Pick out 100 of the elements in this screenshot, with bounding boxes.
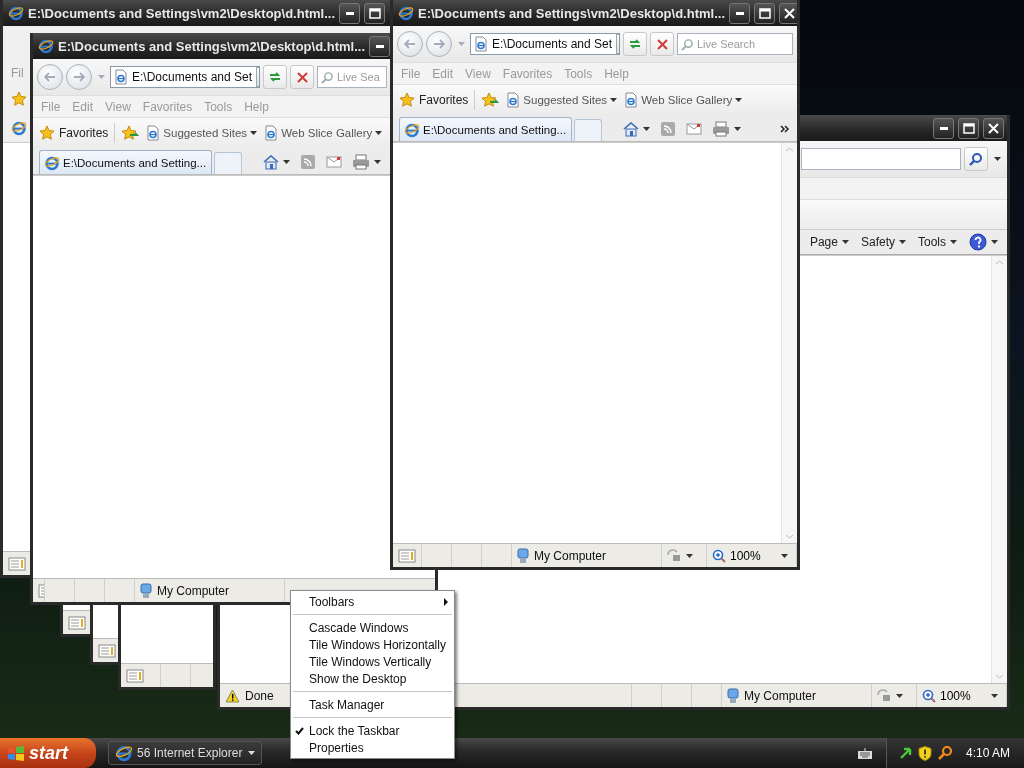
home-icon bbox=[263, 154, 280, 170]
favorites-link[interactable]: Suggested Sites bbox=[505, 91, 619, 108]
caret-icon bbox=[950, 240, 957, 244]
caret-icon bbox=[990, 693, 998, 698]
caret-icon bbox=[643, 127, 651, 131]
status-text: Done bbox=[245, 688, 274, 703]
close-icon bbox=[988, 122, 999, 134]
caret-icon bbox=[841, 240, 849, 244]
zoom-icon bbox=[922, 688, 936, 703]
scroll-down-icon bbox=[785, 534, 794, 539]
favorites-link[interactable]: Suggested Sites bbox=[145, 124, 259, 141]
minimize-button[interactable] bbox=[369, 35, 390, 57]
zone-text: My Computer bbox=[744, 688, 817, 703]
caret-icon bbox=[375, 130, 383, 135]
printer-icon bbox=[352, 154, 371, 170]
command-menu-button[interactable]: Safety bbox=[859, 235, 907, 249]
favorites-button[interactable]: Favorites bbox=[38, 124, 110, 141]
maximize-button[interactable] bbox=[958, 117, 979, 139]
clock[interactable]: 4:10 AM bbox=[965, 746, 1010, 760]
menu-item[interactable]: Cascade Windows bbox=[291, 619, 454, 636]
caret-icon bbox=[734, 127, 742, 131]
menu-item[interactable]: Tile Windows Horizontally bbox=[291, 636, 454, 653]
taskbar-group-button[interactable]: 56 Internet Explorer bbox=[108, 741, 262, 765]
help-button[interactable] bbox=[968, 233, 999, 251]
start-button[interactable]: start bbox=[0, 738, 96, 768]
scroll-up-icon bbox=[785, 147, 794, 152]
home-button[interactable] bbox=[262, 154, 292, 170]
tab[interactable]: E:\Documents and Setting... bbox=[399, 117, 573, 141]
lock-icon bbox=[877, 689, 891, 702]
favorites-link[interactable]: Web Slice Gallery bbox=[263, 124, 384, 141]
mail-button[interactable] bbox=[325, 156, 344, 168]
browser-logo-icon bbox=[11, 120, 27, 136]
scrollbar[interactable] bbox=[991, 256, 1007, 683]
stop-button[interactable] bbox=[650, 32, 674, 56]
address-field[interactable]: E:\Documents and Set bbox=[110, 66, 260, 88]
tab[interactable]: E:\Documents and Setting... bbox=[39, 150, 213, 174]
envelope-icon bbox=[686, 123, 703, 135]
computer-icon bbox=[140, 582, 152, 599]
star-icon bbox=[399, 91, 415, 108]
scrollbar[interactable] bbox=[781, 143, 797, 543]
zone-text: My Computer bbox=[534, 548, 607, 563]
zoom-button[interactable]: 100% bbox=[712, 548, 788, 563]
forward-arrow-icon bbox=[73, 72, 85, 82]
search-icon bbox=[681, 37, 694, 51]
home-button[interactable] bbox=[622, 121, 652, 137]
refresh-button[interactable] bbox=[623, 32, 647, 56]
menu-item[interactable]: Task Manager bbox=[291, 696, 454, 713]
print-button[interactable] bbox=[351, 154, 383, 170]
shield-icon[interactable] bbox=[917, 745, 932, 761]
page-icon bbox=[264, 124, 279, 141]
command-menu-button[interactable]: Page bbox=[808, 235, 850, 249]
zoom-button[interactable]: 100% bbox=[922, 688, 998, 703]
back-arrow-icon bbox=[404, 39, 416, 49]
envelope-icon bbox=[326, 156, 343, 168]
add-favorite-button[interactable] bbox=[120, 124, 141, 141]
caret-icon bbox=[899, 240, 906, 244]
search-button[interactable] bbox=[964, 147, 988, 171]
lock-icon bbox=[667, 549, 681, 562]
page-icon bbox=[624, 91, 639, 108]
minimize-button[interactable] bbox=[933, 117, 954, 139]
stop-button[interactable] bbox=[290, 65, 314, 89]
printer-icon bbox=[712, 121, 731, 137]
favorites-link[interactable]: Web Slice Gallery bbox=[623, 91, 744, 108]
menu-item[interactable]: Properties bbox=[291, 739, 454, 756]
refresh-button[interactable] bbox=[263, 65, 287, 89]
maximize-icon bbox=[758, 7, 771, 19]
search-icon bbox=[321, 70, 334, 84]
menu-item[interactable]: Toolbars bbox=[291, 593, 454, 610]
browser-logo-icon bbox=[44, 154, 60, 171]
print-button[interactable] bbox=[711, 121, 743, 137]
address-field[interactable]: E:\Documents and Set bbox=[470, 33, 620, 55]
caret-icon bbox=[896, 693, 903, 698]
maximize-button[interactable] bbox=[364, 2, 385, 24]
feed-icon bbox=[660, 121, 677, 137]
caret-icon bbox=[457, 42, 465, 46]
more-tools-button[interactable] bbox=[779, 125, 791, 133]
favorites-button[interactable]: Favorites bbox=[398, 91, 470, 108]
minimize-button[interactable] bbox=[729, 2, 750, 24]
close-button[interactable] bbox=[779, 2, 797, 24]
menu-item[interactable]: Tile Windows Vertically bbox=[291, 653, 454, 670]
add-favorite-button[interactable] bbox=[480, 91, 501, 108]
arrow-icon[interactable] bbox=[898, 746, 912, 760]
minimize-icon bbox=[345, 11, 354, 15]
keyboard-icon[interactable] bbox=[857, 747, 872, 759]
zoom-icon bbox=[712, 548, 726, 563]
search-field[interactable] bbox=[801, 148, 961, 170]
magnifier-icon[interactable] bbox=[937, 746, 952, 760]
caret-icon bbox=[780, 553, 788, 558]
window-title: E:\Documents and Settings\vm2\Desktop\d.html... bbox=[28, 5, 335, 21]
command-menu-button[interactable]: Tools bbox=[917, 235, 958, 249]
close-button[interactable] bbox=[983, 117, 1004, 139]
minimize-icon bbox=[939, 126, 948, 130]
caret-icon bbox=[283, 160, 291, 164]
menu-item[interactable]: Lock the Taskbar bbox=[291, 722, 454, 739]
menu-item[interactable]: Show the Desktop bbox=[291, 670, 454, 687]
caret-icon bbox=[991, 240, 998, 244]
minimize-button[interactable] bbox=[339, 2, 360, 24]
refresh-icon bbox=[629, 39, 641, 49]
maximize-button[interactable] bbox=[754, 2, 775, 24]
mail-button[interactable] bbox=[685, 123, 704, 135]
